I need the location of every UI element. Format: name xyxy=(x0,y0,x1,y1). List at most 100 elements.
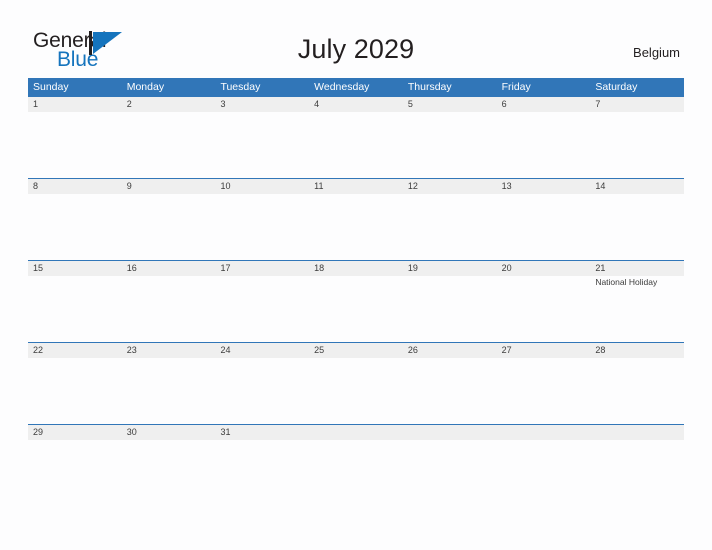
day-number[interactable]: 17 xyxy=(215,261,309,276)
day-cell-empty xyxy=(497,440,591,506)
day-number[interactable]: 24 xyxy=(215,343,309,358)
day-number[interactable]: 18 xyxy=(309,261,403,276)
day-number[interactable]: 2 xyxy=(122,97,216,112)
day-cell[interactable] xyxy=(215,440,309,506)
day-cell[interactable] xyxy=(497,358,591,424)
week-event-band xyxy=(28,112,684,178)
day-number[interactable]: 7 xyxy=(590,97,684,112)
day-event: National Holiday xyxy=(595,277,658,287)
week-date-band: 29 30 31 xyxy=(28,424,684,440)
day-cell[interactable] xyxy=(122,440,216,506)
day-cell[interactable] xyxy=(403,112,497,178)
day-number[interactable]: 11 xyxy=(309,179,403,194)
day-number[interactable]: 8 xyxy=(28,179,122,194)
calendar-week-row: 29 30 31 xyxy=(28,424,684,506)
calendar-week-row: 22 23 24 25 26 27 28 xyxy=(28,342,684,424)
day-number-empty xyxy=(497,425,591,440)
calendar-week-row: 8 9 10 11 12 13 14 xyxy=(28,178,684,260)
day-cell[interactable] xyxy=(309,358,403,424)
calendar-weeks: 1 2 3 4 5 6 7 8 9 10 11 12 13 14 15 16 1… xyxy=(28,96,684,506)
day-number[interactable]: 9 xyxy=(122,179,216,194)
day-number[interactable]: 25 xyxy=(309,343,403,358)
day-number[interactable]: 27 xyxy=(497,343,591,358)
day-number[interactable]: 6 xyxy=(497,97,591,112)
day-cell[interactable]: National Holiday xyxy=(590,276,684,342)
calendar-table: Sunday Monday Tuesday Wednesday Thursday… xyxy=(28,78,684,506)
day-cell[interactable] xyxy=(28,358,122,424)
day-cell[interactable] xyxy=(403,358,497,424)
day-cell[interactable] xyxy=(215,276,309,342)
day-cell-empty xyxy=(309,440,403,506)
page-header: General Blue July 2029 Belgium xyxy=(0,0,712,78)
day-number[interactable]: 1 xyxy=(28,97,122,112)
day-cell[interactable] xyxy=(28,194,122,260)
week-date-band: 8 9 10 11 12 13 14 xyxy=(28,178,684,194)
weekday-header-sunday: Sunday xyxy=(33,81,69,93)
day-cell[interactable] xyxy=(309,276,403,342)
day-number[interactable]: 12 xyxy=(403,179,497,194)
weekday-header-monday: Monday xyxy=(126,81,165,93)
day-number[interactable]: 16 xyxy=(122,261,216,276)
day-number[interactable]: 13 xyxy=(497,179,591,194)
calendar-page: General Blue July 2029 Belgium Sunday Mo… xyxy=(0,0,712,550)
calendar-week-row: 15 16 17 18 19 20 21 National Holiday xyxy=(28,260,684,342)
day-cell-empty xyxy=(590,440,684,506)
day-number[interactable]: 31 xyxy=(215,425,309,440)
day-cell[interactable] xyxy=(590,358,684,424)
day-cell[interactable] xyxy=(590,112,684,178)
day-cell-empty xyxy=(403,440,497,506)
day-cell[interactable] xyxy=(122,194,216,260)
week-event-band xyxy=(28,440,684,506)
weekday-header-friday: Friday xyxy=(501,81,531,93)
weekday-header-thursday: Thursday xyxy=(407,81,452,93)
week-date-band: 22 23 24 25 26 27 28 xyxy=(28,342,684,358)
day-number[interactable]: 15 xyxy=(28,261,122,276)
day-cell[interactable] xyxy=(28,440,122,506)
day-number-empty xyxy=(309,425,403,440)
day-number[interactable]: 20 xyxy=(497,261,591,276)
day-cell[interactable] xyxy=(309,112,403,178)
day-cell[interactable] xyxy=(122,358,216,424)
day-number[interactable]: 3 xyxy=(215,97,309,112)
day-number[interactable]: 23 xyxy=(122,343,216,358)
day-cell[interactable] xyxy=(497,194,591,260)
weekday-header-saturday: Saturday xyxy=(595,81,638,93)
day-number[interactable]: 22 xyxy=(28,343,122,358)
day-cell[interactable] xyxy=(403,276,497,342)
day-number[interactable]: 21 xyxy=(590,261,684,276)
day-number[interactable]: 30 xyxy=(122,425,216,440)
day-cell[interactable] xyxy=(590,194,684,260)
day-cell[interactable] xyxy=(122,276,216,342)
day-number-empty xyxy=(590,425,684,440)
day-number[interactable]: 26 xyxy=(403,343,497,358)
week-event-band xyxy=(28,358,684,424)
day-number[interactable]: 19 xyxy=(403,261,497,276)
weekday-header-tuesday: Tuesday xyxy=(220,81,261,93)
day-cell[interactable] xyxy=(215,112,309,178)
week-date-band: 15 16 17 18 19 20 21 xyxy=(28,260,684,276)
week-event-band xyxy=(28,194,684,260)
day-cell[interactable] xyxy=(497,112,591,178)
page-title: July 2029 xyxy=(297,34,415,64)
day-number[interactable]: 28 xyxy=(590,343,684,358)
day-cell[interactable] xyxy=(28,276,122,342)
week-event-band: National Holiday xyxy=(28,276,684,342)
weekday-header-row: Sunday Monday Tuesday Wednesday Thursday… xyxy=(28,78,684,96)
day-cell[interactable] xyxy=(403,194,497,260)
day-number[interactable]: 5 xyxy=(403,97,497,112)
week-date-band: 1 2 3 4 5 6 7 xyxy=(28,96,684,112)
day-cell[interactable] xyxy=(122,112,216,178)
day-cell[interactable] xyxy=(215,194,309,260)
day-number[interactable]: 29 xyxy=(28,425,122,440)
day-number[interactable]: 10 xyxy=(215,179,309,194)
day-cell[interactable] xyxy=(215,358,309,424)
day-cell[interactable] xyxy=(309,194,403,260)
calendar-week-row: 1 2 3 4 5 6 7 xyxy=(28,96,684,178)
day-number[interactable]: 14 xyxy=(590,179,684,194)
day-number[interactable]: 4 xyxy=(309,97,403,112)
day-cell[interactable] xyxy=(497,276,591,342)
country-label: Belgium xyxy=(633,45,680,60)
weekday-header-wednesday: Wednesday xyxy=(314,81,370,93)
day-number-empty xyxy=(403,425,497,440)
day-cell[interactable] xyxy=(28,112,122,178)
